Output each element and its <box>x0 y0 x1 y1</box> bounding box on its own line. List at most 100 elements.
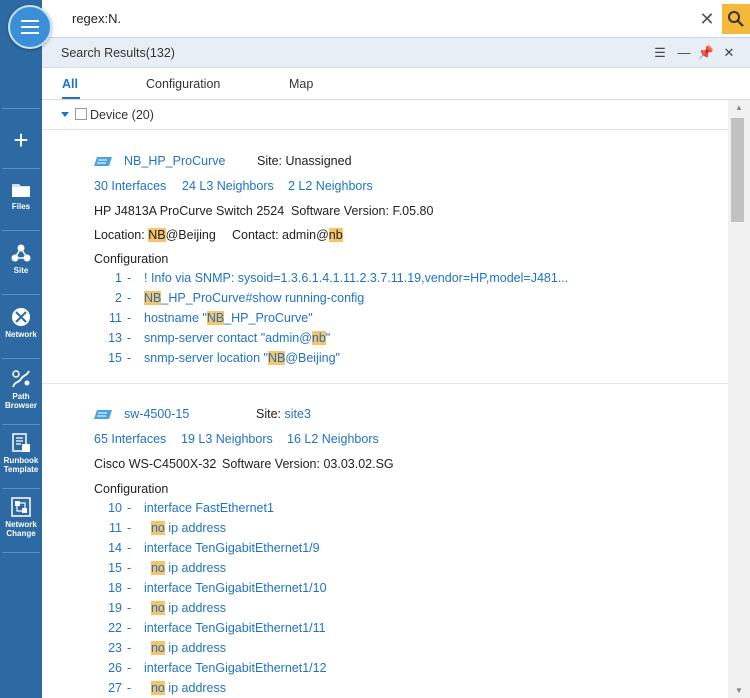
config-text-before <box>144 601 151 615</box>
config-line-number: 11 <box>109 521 122 535</box>
config-line-dash: - <box>127 601 132 615</box>
nav-divider <box>2 168 40 169</box>
config-text-before <box>144 681 151 695</box>
config-line-text: no ip address <box>144 681 226 695</box>
match-highlight: no <box>150 681 165 695</box>
nav-divider <box>2 358 40 359</box>
config-line-text: interface TenGigabitEthernet1/9 <box>144 541 320 555</box>
nav-item-path-browser[interactable]: Path Browser <box>0 362 42 420</box>
result-card: NB_HP_ProCurve Site: Unassigned 30 Inter… <box>42 131 728 383</box>
scrollbar-thumb[interactable] <box>731 118 744 222</box>
scroll-down-icon[interactable]: ▼ <box>728 686 750 696</box>
config-text-after: ip address <box>164 521 227 535</box>
search-bar: regex:N. ✕ <box>42 0 750 38</box>
list-view-button[interactable]: ☰ <box>651 44 669 62</box>
config-line-number: 15 <box>108 351 122 365</box>
nav-item-files[interactable]: Files <box>0 172 42 230</box>
left-nav: + Files Site Network Path Browser Runboo… <box>0 0 42 698</box>
caret-down-icon[interactable] <box>61 112 69 117</box>
nav-label-network-change: Network Change <box>5 520 37 538</box>
config-line-dash: - <box>127 561 132 575</box>
config-text-before: interface FastEthernet1 <box>144 501 274 515</box>
result-card: sw-4500-15 Site: site3 65 Interfaces 19 … <box>42 383 728 698</box>
config-line-text: hostname "NB_HP_ProCurve" <box>144 311 313 325</box>
nav-divider <box>2 552 40 553</box>
config-line-dash: - <box>127 331 132 345</box>
device-name-link[interactable]: NB_HP_ProCurve <box>124 154 225 168</box>
match-highlight: no <box>150 521 165 535</box>
path-icon <box>12 370 30 388</box>
config-text-after: @Beijing" <box>285 351 340 365</box>
minimize-button[interactable]: — <box>675 44 693 62</box>
add-icon[interactable]: + <box>0 120 42 160</box>
config-line-text: interface TenGigabitEthernet1/10 <box>144 581 327 595</box>
nav-item-network[interactable]: Network <box>0 300 42 358</box>
config-line-dash: - <box>127 661 132 675</box>
config-text-before <box>144 641 151 655</box>
interfaces-link[interactable]: 65 Interfaces <box>94 432 166 446</box>
switch-icon <box>94 410 112 419</box>
config-text-before: interface TenGigabitEthernet1/10 <box>144 581 327 595</box>
vendor-model: Cisco WS-C4500X-32 <box>94 457 217 471</box>
nav-item-network-change[interactable]: Network Change <box>0 490 42 548</box>
list-icon: ☰ <box>654 45 666 60</box>
config-line-number: 1 <box>115 271 122 285</box>
device-name-link[interactable]: sw-4500-15 <box>124 407 189 421</box>
config-line-number: 11 <box>109 311 122 325</box>
nav-divider <box>2 294 40 295</box>
config-line-text: ! Info via SNMP: sysoid=1.3.6.1.4.1.11.2… <box>144 271 568 285</box>
config-line-dash: - <box>127 641 132 655</box>
folder-icon <box>12 184 30 197</box>
results-list: NB_HP_ProCurve Site: Unassigned 30 Inter… <box>42 131 728 698</box>
nav-item-site[interactable]: Site <box>0 236 42 294</box>
main-menu-button[interactable] <box>8 5 52 49</box>
network-icon <box>12 308 30 326</box>
config-text-after: ip address <box>164 641 227 655</box>
site-value: Unassigned <box>285 154 352 168</box>
config-line-text: no ip address <box>144 521 226 535</box>
config-text-before: ! Info via SNMP: sysoid=1.3.6.1.4.1.11.2… <box>144 271 569 285</box>
tab-all[interactable]: All <box>62 77 78 91</box>
site-link[interactable]: site3 <box>285 407 311 421</box>
location-rest: @Beijing <box>165 228 216 242</box>
pin-button[interactable]: 📌 <box>697 44 715 62</box>
interfaces-link[interactable]: 30 Interfaces <box>94 179 166 193</box>
nav-label-files: Files <box>11 202 31 211</box>
config-line-text: no ip address <box>144 641 226 655</box>
l3-neighbors-link[interactable]: 19 L3 Neighbors <box>181 432 273 446</box>
config-text-before: snmp-server location " <box>144 351 268 365</box>
nav-divider <box>2 488 40 489</box>
l2-neighbors-link[interactable]: 2 L2 Neighbors <box>288 179 373 193</box>
l2-neighbors-link[interactable]: 16 L2 Neighbors <box>287 432 379 446</box>
runbook-icon <box>12 433 30 452</box>
software-version: Software Version: 03.03.02.SG <box>222 457 394 471</box>
config-line-dash: - <box>127 581 132 595</box>
match-highlight: NB <box>148 228 166 242</box>
close-icon: ✕ <box>723 45 735 60</box>
scroll-up-icon[interactable]: ▲ <box>728 103 750 113</box>
config-line-dash: - <box>127 501 132 515</box>
config-line-dash: - <box>127 351 132 365</box>
close-panel-button[interactable]: ✕ <box>720 44 738 62</box>
nav-label-path-browser: Path Browser <box>4 392 37 410</box>
tab-map[interactable]: Map <box>289 77 313 91</box>
group-checkbox[interactable] <box>75 108 87 120</box>
config-text-before: snmp-server contact "admin@ <box>144 331 312 345</box>
clear-search-button[interactable]: ✕ <box>696 8 718 30</box>
contact-field: Contact: admin@nb <box>232 228 343 242</box>
vendor-model: HP J4813A ProCurve Switch 2524 <box>94 204 285 218</box>
config-line-number: 23 <box>108 641 122 655</box>
l3-neighbors-link[interactable]: 24 L3 Neighbors <box>182 179 274 193</box>
nav-divider <box>2 424 40 425</box>
config-line-number: 22 <box>108 621 122 635</box>
search-button[interactable] <box>722 4 750 34</box>
results-scrollbar[interactable]: ▲ ▼ <box>728 100 750 698</box>
tab-configuration[interactable]: Configuration <box>146 77 220 91</box>
pin-icon: 📌 <box>697 45 715 60</box>
site-label: Site: Unassigned <box>257 154 352 168</box>
contact-prefix: Contact: admin@ <box>232 228 329 242</box>
config-line-text: no ip address <box>144 601 226 615</box>
match-highlight: nb <box>311 331 326 345</box>
nav-item-runbook-template[interactable]: Runbook Template <box>0 426 42 484</box>
search-input[interactable]: regex:N. <box>72 11 121 26</box>
